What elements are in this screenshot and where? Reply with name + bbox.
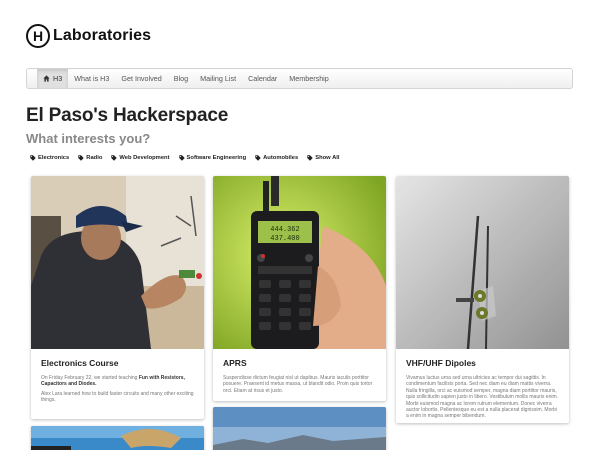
- tag-software-engineering[interactable]: Software Engineering: [178, 155, 247, 161]
- tag-label: Software Engineering: [186, 155, 247, 161]
- tag-icon: [30, 155, 36, 161]
- main-navbar: H3 What is H3 Get Involved Blog Mailing …: [26, 68, 573, 89]
- tag-electronics[interactable]: Electronics: [30, 155, 69, 161]
- logo-mark: H: [26, 24, 50, 48]
- card-body: Vivamus luctus urna sed urna ultricies a…: [406, 375, 559, 420]
- card-title[interactable]: Electronics Course: [41, 358, 118, 368]
- handheld-radio-image: 444.362 437.400: [213, 176, 386, 349]
- home-icon: [43, 75, 50, 82]
- nav-item-label: H3: [53, 74, 63, 83]
- tag-label: Automobiles: [263, 155, 299, 161]
- tag-icon: [178, 155, 185, 161]
- nav-item-blog[interactable]: Blog: [168, 69, 194, 88]
- desert-landscape-image: [213, 407, 386, 450]
- nav-item-label: Blog: [173, 74, 189, 83]
- beach-hat-image: [31, 426, 204, 450]
- nav-item-label: Membership: [289, 74, 329, 83]
- card-body: On Friday February 22, we started teachi…: [41, 375, 196, 407]
- nav-item-what-is-h3[interactable]: What is H3: [68, 69, 115, 88]
- card-electronics-course[interactable]: Electronics Course On Friday February 22…: [31, 176, 204, 419]
- nav-item-get-involved[interactable]: Get Involved: [115, 69, 167, 88]
- nav-item-label: Calendar: [248, 74, 278, 83]
- card-photo-aprs[interactable]: 444.362 437.400: [213, 176, 386, 349]
- tag-radio[interactable]: Radio: [78, 155, 102, 161]
- card-title[interactable]: VHF/UHF Dipoles: [406, 358, 476, 368]
- nav-item-label: Get Involved: [121, 74, 162, 83]
- card-body-intro: On Friday February 22, we started teachi…: [41, 375, 139, 381]
- tag-label: Show All: [315, 155, 340, 161]
- nav-item-label: What is H3: [74, 74, 110, 83]
- nav-item-membership[interactable]: Membership: [283, 69, 335, 88]
- card-aprs[interactable]: 444.362 437.400 APRS Suspendisse dictum …: [213, 176, 386, 401]
- nav-item-calendar[interactable]: Calendar: [242, 69, 283, 88]
- tag-web-development[interactable]: Web Development: [111, 155, 170, 161]
- tag-icon: [78, 155, 84, 161]
- card-partial-2[interactable]: [213, 407, 386, 450]
- nav-item-mailing-list[interactable]: Mailing List: [194, 69, 242, 88]
- nav-item-label: Mailing List: [200, 74, 237, 83]
- tag-label: Electronics: [38, 155, 70, 161]
- person-soldering-image: [31, 176, 204, 349]
- tag-show-all[interactable]: Show All: [307, 155, 340, 161]
- tag-icon: [307, 155, 313, 161]
- logo-text: Laboratories: [53, 27, 152, 44]
- card-vhf-uhf-dipoles[interactable]: VHF/UHF Dipoles Vivamus luctus urna sed …: [396, 176, 569, 423]
- page-title: El Paso's Hackerspace: [26, 105, 229, 126]
- dipole-antenna-image: [396, 176, 569, 349]
- card-title[interactable]: APRS: [223, 358, 247, 368]
- tag-label: Web Development: [119, 155, 170, 161]
- nav-item-home[interactable]: H3: [37, 69, 69, 88]
- tag-icon: [255, 155, 261, 161]
- tag-filter-bar: Electronics Radio Web Development Softwa…: [30, 155, 349, 161]
- page-subtitle: What interests you?: [26, 131, 151, 146]
- card-photo-electronics[interactable]: [31, 176, 204, 349]
- card-body-second: Alex Lara learned how to build faster ci…: [41, 390, 194, 404]
- tag-label: Radio: [86, 155, 103, 161]
- radio-display-line1: 444.362: [270, 226, 299, 234]
- card-partial-1[interactable]: [31, 426, 204, 450]
- card-body: Suspendisse dictum feugiat nisl ut dapib…: [223, 375, 373, 394]
- radio-display-line2: 437.400: [270, 235, 299, 243]
- tag-icon: [111, 155, 118, 161]
- site-logo[interactable]: H Laboratories: [26, 24, 151, 48]
- tag-automobiles[interactable]: Automobiles: [255, 155, 298, 161]
- card-photo-dipoles[interactable]: [396, 176, 569, 349]
